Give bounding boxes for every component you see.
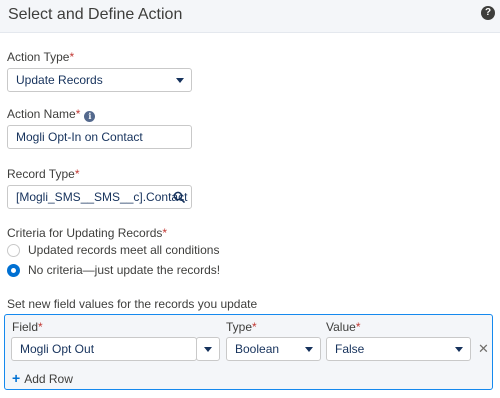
- type-select-value: Boolean: [235, 342, 280, 356]
- chevron-down-icon: [305, 347, 313, 352]
- add-row-button[interactable]: + Add Row: [12, 370, 73, 386]
- record-type-label: Record Type*: [7, 167, 80, 181]
- radio-button[interactable]: [7, 244, 20, 257]
- criteria-option-label: Updated records meet all conditions: [28, 243, 220, 257]
- chevron-down-icon: [176, 78, 184, 83]
- chevron-down-icon: [455, 347, 463, 352]
- radio-button-selected[interactable]: [7, 264, 20, 277]
- value-column-label: Value*: [326, 320, 361, 334]
- action-type-value: Update Records: [16, 73, 103, 87]
- plus-icon: +: [12, 370, 21, 386]
- action-name-value: Mogli Opt-In on Contact: [16, 130, 143, 144]
- chevron-down-icon: [204, 347, 212, 352]
- type-column-label: Type*: [226, 320, 257, 334]
- action-name-label: Action Name* i: [7, 107, 96, 122]
- type-select[interactable]: Boolean: [226, 337, 321, 361]
- record-type-value: [Mogli_SMS__SMS__c].Contact: [16, 190, 188, 204]
- criteria-label: Criteria for Updating Records*: [7, 226, 168, 240]
- value-select-value: False: [335, 342, 365, 356]
- action-name-input[interactable]: Mogli Opt-In on Contact: [7, 125, 192, 149]
- search-icon[interactable]: [173, 191, 185, 203]
- field-values-label: Set new field values for the records you…: [7, 297, 258, 311]
- add-row-label: Add Row: [24, 372, 73, 386]
- field-values-panel: Field* Type* Value* Mogli Opt Out Boolea…: [4, 314, 493, 390]
- action-type-select[interactable]: Update Records: [7, 68, 192, 92]
- field-lookup-button[interactable]: [196, 337, 220, 361]
- info-icon[interactable]: i: [84, 111, 96, 122]
- field-select-value: Mogli Opt Out: [20, 342, 95, 356]
- criteria-option-label: No criteria—just update the records!: [28, 263, 221, 277]
- value-select[interactable]: False: [326, 337, 471, 361]
- help-icon[interactable]: ?: [481, 6, 495, 20]
- field-select[interactable]: Mogli Opt Out: [11, 337, 197, 361]
- close-icon[interactable]: ✕: [478, 342, 489, 356]
- modal-header: Select and Define Action ?: [0, 0, 500, 33]
- modal-title: Select and Define Action: [8, 6, 183, 23]
- action-type-label: Action Type*: [7, 50, 75, 64]
- record-type-lookup[interactable]: [Mogli_SMS__SMS__c].Contact: [7, 185, 192, 209]
- field-column-label: Field*: [12, 320, 43, 334]
